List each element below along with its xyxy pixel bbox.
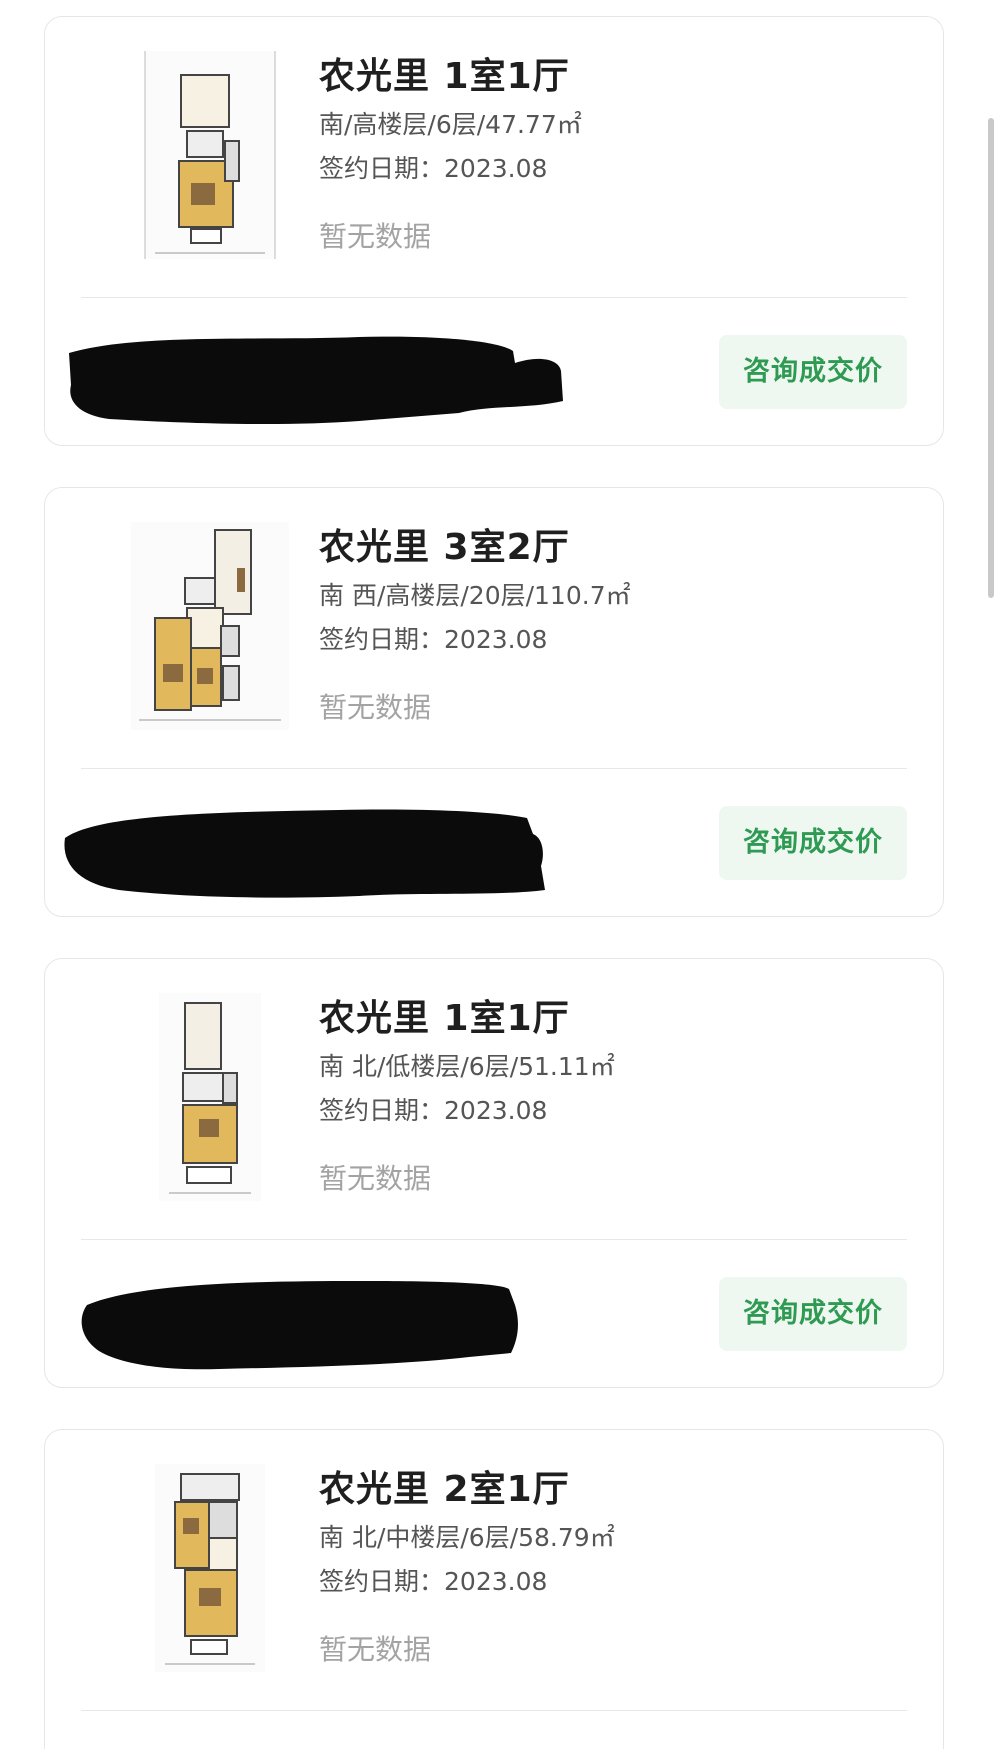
consult-price-button[interactable]: 咨询成交价 — [719, 335, 907, 409]
price-status: 暂无数据 — [319, 691, 432, 724]
card-divider — [81, 768, 907, 769]
consult-price-button[interactable]: 咨询成交价 — [719, 1277, 907, 1351]
sign-date-label: 签约日期： — [319, 1567, 445, 1596]
listing-card[interactable]: 农光里 1室1厅 南/高楼层/6层/47.77㎡ 签约日期：2023.08 暂无… — [44, 16, 944, 446]
price-status: 暂无数据 — [319, 220, 432, 253]
consult-price-button[interactable]: 咨询成交价 — [719, 806, 907, 880]
sign-date-value: 2023.08 — [444, 1567, 548, 1596]
sign-date: 签约日期：2023.08 — [319, 1091, 547, 1127]
listing-title[interactable]: 农光里 1室1厅 — [319, 47, 570, 99]
listing-card[interactable]: 农光里 3室2厅 南 西/高楼层/20层/110.7㎡ 签约日期：2023.08… — [44, 487, 944, 917]
listing-title[interactable]: 农光里 1室1厅 — [319, 989, 570, 1041]
listing-attributes: 南/高楼层/6层/47.77㎡ — [319, 110, 582, 139]
listing-attributes: 南 北/低楼层/6层/51.11㎡ — [319, 1052, 615, 1081]
price-status: 暂无数据 — [319, 1633, 432, 1666]
card-divider — [81, 1710, 907, 1711]
floorplan-thumbnail[interactable] — [125, 1458, 295, 1678]
deal-listing-list: 农光里 1室1厅 南/高楼层/6层/47.77㎡ 签约日期：2023.08 暂无… — [0, 0, 1000, 1749]
card-divider — [81, 297, 907, 298]
floorplan-thumbnail[interactable] — [125, 987, 295, 1207]
sign-date-label: 签约日期： — [319, 625, 445, 654]
listing-card[interactable]: 农光里 1室1厅 南 北/低楼层/6层/51.11㎡ 签约日期：2023.08 … — [44, 958, 944, 1388]
listing-title[interactable]: 农光里 3室2厅 — [319, 518, 570, 570]
redacted-agent-info — [59, 1265, 599, 1375]
sign-date: 签约日期：2023.08 — [319, 149, 547, 185]
sign-date-label: 签约日期： — [319, 1096, 445, 1125]
scrollbar[interactable] — [988, 118, 994, 598]
floorplan-thumbnail[interactable] — [125, 516, 295, 736]
listing-attributes: 南 北/中楼层/6层/58.79㎡ — [319, 1523, 615, 1552]
sign-date: 签约日期：2023.08 — [319, 620, 547, 656]
sign-date: 签约日期：2023.08 — [319, 1562, 547, 1598]
listing-title[interactable]: 农光里 2室1厅 — [319, 1460, 570, 1512]
redacted-agent-info — [59, 323, 599, 433]
listing-card[interactable]: 农光里 2室1厅 南 北/中楼层/6层/58.79㎡ 签约日期：2023.08 … — [44, 1429, 944, 1749]
redacted-agent-info — [59, 794, 599, 904]
sign-date-value: 2023.08 — [444, 1096, 548, 1125]
card-divider — [81, 1239, 907, 1240]
floorplan-thumbnail[interactable] — [125, 45, 295, 265]
sign-date-label: 签约日期： — [319, 154, 445, 183]
sign-date-value: 2023.08 — [444, 625, 548, 654]
listing-attributes: 南 西/高楼层/20层/110.7㎡ — [319, 581, 631, 610]
sign-date-value: 2023.08 — [444, 154, 548, 183]
price-status: 暂无数据 — [319, 1162, 432, 1195]
